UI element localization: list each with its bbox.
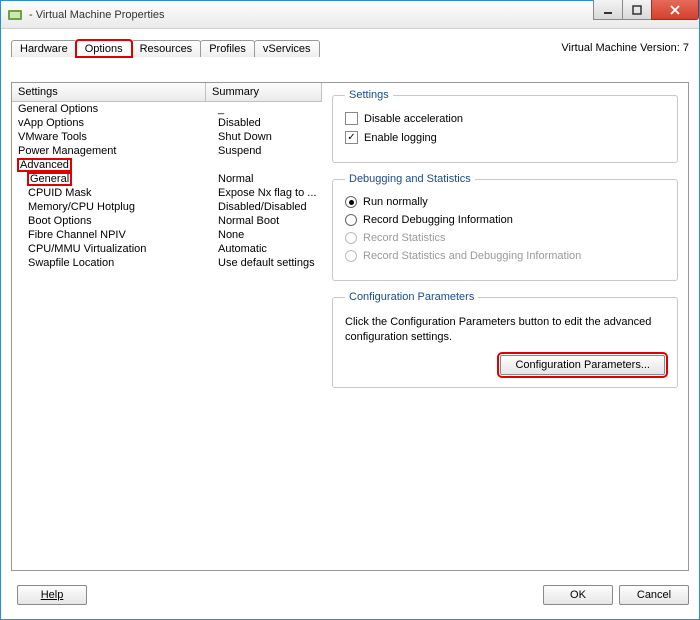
list-label-text: Advanced — [18, 159, 71, 171]
list-item-vapp-options[interactable]: vApp Options Disabled — [12, 116, 322, 130]
titlebar[interactable]: - Virtual Machine Properties — [1, 1, 699, 29]
record-both-row: Record Statistics and Debugging Informat… — [345, 250, 665, 262]
list-label: Swapfile Location — [12, 257, 212, 269]
config-params-help: Click the Configuration Parameters butto… — [345, 315, 665, 345]
close-button[interactable] — [651, 0, 699, 20]
vsphere-icon — [7, 7, 23, 23]
list-summary: _ — [212, 103, 322, 115]
minimize-button[interactable] — [593, 0, 623, 20]
tab-options[interactable]: Options — [76, 40, 132, 57]
configuration-parameters-button[interactable]: Configuration Parameters... — [500, 355, 665, 375]
tab-hardware[interactable]: Hardware — [11, 40, 77, 57]
tab-profiles[interactable]: Profiles — [200, 40, 255, 57]
ok-button[interactable]: OK — [543, 585, 613, 605]
record-debug-row[interactable]: Record Debugging Information — [345, 214, 665, 226]
tab-vservices[interactable]: vServices — [254, 40, 320, 57]
list-summary: Normal Boot — [212, 215, 322, 227]
settings-list: Settings Summary General Options _ vApp … — [12, 83, 322, 570]
debugging-group: Debugging and Statistics Run normally Re… — [332, 173, 678, 281]
list-item-cpu-mmu[interactable]: CPU/MMU Virtualization Automatic — [12, 242, 322, 256]
config-params-legend: Configuration Parameters — [345, 291, 478, 303]
main-panel: Settings Summary General Options _ vApp … — [11, 82, 689, 571]
list-summary: Suspend — [212, 145, 322, 157]
list-item-cpuid-mask[interactable]: CPUID Mask Expose Nx flag to ... — [12, 186, 322, 200]
record-both-label: Record Statistics and Debugging Informat… — [363, 250, 581, 262]
list-label: Boot Options — [12, 215, 212, 227]
record-stats-label: Record Statistics — [363, 232, 446, 244]
col-summary[interactable]: Summary — [206, 83, 322, 101]
list-summary: Expose Nx flag to ... — [212, 187, 322, 199]
disable-accel-checkbox[interactable] — [345, 112, 358, 125]
col-settings[interactable]: Settings — [12, 83, 206, 101]
list-summary: Automatic — [212, 243, 322, 255]
help-label: Help — [41, 589, 64, 601]
content-area: Hardware Options Resources Profiles vSer… — [1, 29, 699, 619]
list-label: vApp Options — [12, 117, 212, 129]
list-item-boot-options[interactable]: Boot Options Normal Boot — [12, 214, 322, 228]
debugging-legend: Debugging and Statistics — [345, 173, 475, 185]
list-summary: Shut Down — [212, 131, 322, 143]
enable-logging-row[interactable]: Enable logging — [345, 131, 665, 144]
vm-properties-window: - Virtual Machine Properties Hardware Op… — [0, 0, 700, 620]
bottom-bar: Help OK Cancel — [11, 581, 689, 609]
disable-accel-label: Disable acceleration — [364, 113, 463, 125]
list-item-general[interactable]: General Normal — [12, 172, 322, 186]
run-normally-radio[interactable] — [345, 196, 357, 208]
settings-legend: Settings — [345, 89, 393, 101]
list-label: Advanced — [12, 159, 212, 171]
window-buttons — [594, 0, 699, 20]
list-label: CPU/MMU Virtualization — [12, 243, 212, 255]
list-label-text: General — [28, 173, 71, 185]
record-both-radio — [345, 250, 357, 262]
list-label: General Options — [12, 103, 212, 115]
tabs-row: Hardware Options Resources Profiles vSer… — [11, 37, 689, 59]
maximize-button[interactable] — [622, 0, 652, 20]
tabs: Hardware Options Resources Profiles vSer… — [11, 40, 319, 57]
tab-resources[interactable]: Resources — [131, 40, 202, 57]
run-normally-label: Run normally — [363, 196, 428, 208]
list-summary: Disabled — [212, 117, 322, 129]
list-label: Memory/CPU Hotplug — [12, 201, 212, 213]
run-normally-row[interactable]: Run normally — [345, 196, 665, 208]
list-item-general-options[interactable]: General Options _ — [12, 102, 322, 116]
record-stats-row: Record Statistics — [345, 232, 665, 244]
enable-logging-checkbox[interactable] — [345, 131, 358, 144]
window-title: - Virtual Machine Properties — [29, 9, 165, 21]
record-stats-radio — [345, 232, 357, 244]
list-summary: None — [212, 229, 322, 241]
list-body: General Options _ vApp Options Disabled … — [12, 102, 322, 270]
list-label: General — [12, 173, 212, 185]
list-summary: Use default settings — [212, 257, 322, 269]
list-label: Fibre Channel NPIV — [12, 229, 212, 241]
vm-version-label: Virtual Machine Version: 7 — [561, 42, 689, 54]
list-item-vmware-tools[interactable]: VMware Tools Shut Down — [12, 130, 322, 144]
list-item-fc-npiv[interactable]: Fibre Channel NPIV None — [12, 228, 322, 242]
settings-group: Settings Disable acceleration Enable log… — [332, 89, 678, 163]
record-debug-radio[interactable] — [345, 214, 357, 226]
list-summary: Normal — [212, 173, 322, 185]
list-item-swapfile[interactable]: Swapfile Location Use default settings — [12, 256, 322, 270]
record-debug-label: Record Debugging Information — [363, 214, 513, 226]
help-button[interactable]: Help — [17, 585, 87, 605]
right-panel: Settings Disable acceleration Enable log… — [322, 83, 688, 570]
list-summary — [212, 159, 322, 171]
config-params-group: Configuration Parameters Click the Confi… — [332, 291, 678, 388]
list-item-memory-cpu-hotplug[interactable]: Memory/CPU Hotplug Disabled/Disabled — [12, 200, 322, 214]
list-header: Settings Summary — [12, 83, 322, 102]
enable-logging-label: Enable logging — [364, 132, 437, 144]
list-item-power-management[interactable]: Power Management Suspend — [12, 144, 322, 158]
list-summary: Disabled/Disabled — [212, 201, 322, 213]
disable-acceleration-row[interactable]: Disable acceleration — [345, 112, 665, 125]
list-label: VMware Tools — [12, 131, 212, 143]
list-label: Power Management — [12, 145, 212, 157]
list-item-advanced[interactable]: Advanced — [12, 158, 322, 172]
cancel-button[interactable]: Cancel — [619, 585, 689, 605]
list-label: CPUID Mask — [12, 187, 212, 199]
